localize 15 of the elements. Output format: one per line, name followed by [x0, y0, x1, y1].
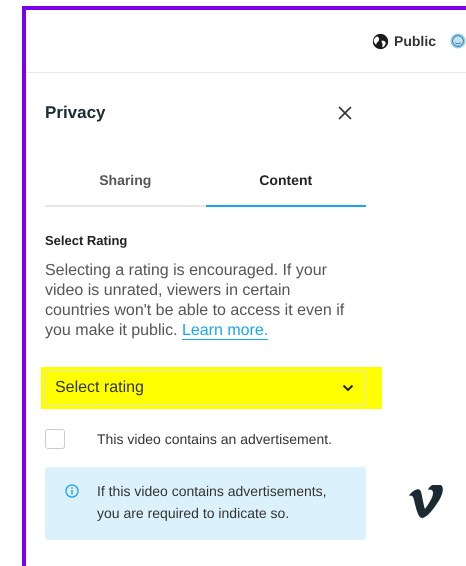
section-title: Select Rating — [45, 233, 128, 248]
close-button[interactable] — [338, 106, 352, 120]
info-icon — [65, 484, 79, 498]
checkbox-label: This video contains an advertisement. — [97, 431, 332, 447]
notice-text: If this video contains advertisements, you are required to indicate so. — [97, 482, 328, 523]
panel-title: Privacy — [45, 103, 106, 123]
chevron-down-icon — [342, 384, 354, 392]
visibility-button[interactable]: Public — [372, 32, 436, 50]
rating-dropdown[interactable]: Select rating — [45, 370, 366, 406]
tab[interactable]: Sharing — [45, 171, 206, 207]
globe-icon — [372, 32, 389, 50]
description-text: Selecting a rating is encouraged. If your video is unrated, viewers in certain countries won't be able to access it even if you make it public. Learn more. — [45, 261, 346, 341]
tab[interactable]: Content — [206, 171, 366, 207]
close-icon — [338, 106, 352, 120]
checkbox[interactable] — [45, 429, 65, 449]
